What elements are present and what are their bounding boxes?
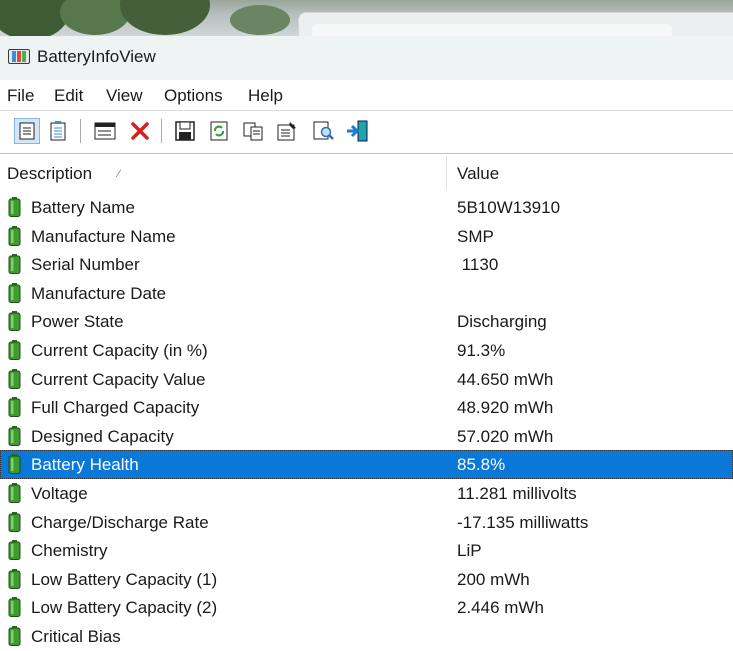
- list-item[interactable]: Battery Health 85.8%: [0, 450, 733, 479]
- battery-icon: [8, 568, 21, 589]
- menu-edit[interactable]: Edit: [54, 86, 83, 106]
- row-description: Manufacture Date: [31, 283, 167, 303]
- find-icon[interactable]: [311, 118, 337, 144]
- menu-view[interactable]: View: [106, 86, 143, 106]
- column-divider[interactable]: [446, 156, 447, 190]
- row-description: Voltage: [31, 483, 88, 503]
- list-item[interactable]: Serial Number 1130: [0, 250, 733, 279]
- row-value: 85.8%: [457, 455, 506, 475]
- list-header: Description ⁄ Value: [0, 156, 733, 190]
- sort-arrow-icon: ⁄: [118, 168, 120, 180]
- save-icon[interactable]: [172, 118, 198, 144]
- menu-options[interactable]: Options: [164, 86, 223, 106]
- battery-icon: [8, 339, 21, 360]
- menu-help[interactable]: Help: [248, 86, 283, 106]
- battery-icon: [8, 254, 21, 275]
- battery-info-mode-icon[interactable]: [14, 118, 40, 144]
- row-value: 48.920 mWh: [457, 398, 554, 418]
- row-description: Full Charged Capacity: [31, 398, 200, 418]
- list-item[interactable]: Low Battery Capacity (2) 2.446 mWh: [0, 593, 733, 622]
- title-bar[interactable]: BatteryInfoView: [0, 36, 733, 80]
- row-description: Low Battery Capacity (2): [31, 598, 218, 618]
- menu-bar: File Edit View Options Help: [0, 80, 733, 111]
- row-value: SMP: [457, 226, 494, 246]
- battery-icon: [8, 197, 21, 217]
- list-item[interactable]: Chemistry LiP: [0, 536, 733, 565]
- row-value: -17.135 milliwatts: [457, 512, 589, 532]
- list-item[interactable]: Critical Bias: [0, 622, 733, 651]
- battery-icon: [8, 511, 21, 532]
- battery-icon: [8, 311, 21, 332]
- row-description: Low Battery Capacity (1): [31, 569, 218, 589]
- row-value: LiP: [457, 541, 482, 561]
- battery-icon: [8, 368, 21, 389]
- battery-icon: [8, 540, 21, 561]
- row-description: Manufacture Name: [31, 226, 176, 246]
- list-item[interactable]: Full Charged Capacity 48.920 mWh: [0, 393, 733, 422]
- battery-icon: [8, 282, 21, 303]
- battery-info-list: Battery Name 5B10W13910 Manufacture Name SM…: [0, 193, 733, 651]
- row-value: 5B10W13910: [457, 198, 561, 217]
- list-item[interactable]: Battery Name 5B10W13910: [0, 193, 733, 222]
- row-value: 91.3%: [457, 340, 506, 360]
- window-icon[interactable]: [92, 118, 118, 144]
- row-description: Current Capacity Value: [31, 369, 206, 389]
- row-value: 57.020 mWh: [457, 426, 554, 446]
- row-value: 200 mWh: [457, 569, 530, 589]
- row-description: Battery Health: [31, 455, 139, 475]
- properties-icon[interactable]: [275, 118, 301, 144]
- column-header-description[interactable]: Description: [7, 164, 92, 184]
- app-icon: [8, 49, 30, 64]
- row-value: 2.446 mWh: [457, 598, 544, 618]
- list-item[interactable]: Manufacture Date: [0, 279, 733, 308]
- toolbar-separator: [161, 119, 162, 143]
- column-header-value[interactable]: Value: [457, 164, 499, 184]
- battery-icon: [8, 225, 21, 246]
- copy-icon[interactable]: [241, 118, 267, 144]
- row-value: 11.281 millivolts: [457, 483, 577, 503]
- row-value: Discharging: [457, 312, 547, 332]
- list-item[interactable]: Manufacture Name SMP: [0, 222, 733, 251]
- row-value: 1130: [457, 255, 499, 275]
- list-item[interactable]: Low Battery Capacity (1) 200 mWh: [0, 565, 733, 594]
- battery-icon: [8, 597, 21, 618]
- list-item[interactable]: Current Capacity Value 44.650 mWh: [0, 365, 733, 394]
- battery-log-mode-icon[interactable]: [45, 118, 71, 144]
- row-description: Charge/Discharge Rate: [31, 512, 209, 532]
- battery-icon: [8, 625, 21, 646]
- row-description: Power State: [31, 312, 124, 332]
- row-description: Chemistry: [31, 541, 108, 561]
- battery-icon: [8, 425, 21, 446]
- delete-icon[interactable]: [127, 118, 153, 144]
- list-item[interactable]: Charge/Discharge Rate -17.135 milliwatts: [0, 508, 733, 537]
- battery-icon: [8, 397, 21, 418]
- toolbar-separator: [80, 119, 81, 143]
- row-description: Battery Name: [31, 198, 135, 217]
- toolbar: [0, 111, 733, 154]
- menu-file[interactable]: File: [7, 86, 34, 106]
- list-item[interactable]: Current Capacity (in %) 91.3%: [0, 336, 733, 365]
- exit-icon[interactable]: [345, 118, 371, 144]
- window-title: BatteryInfoView: [37, 47, 156, 66]
- battery-icon: [8, 454, 21, 475]
- refresh-icon[interactable]: [206, 118, 232, 144]
- list-item[interactable]: Voltage 11.281 millivolts: [0, 479, 733, 508]
- list-item[interactable]: Power State Discharging: [0, 307, 733, 336]
- row-description: Serial Number: [31, 255, 140, 275]
- row-description: Designed Capacity: [31, 426, 174, 446]
- list-item[interactable]: Designed Capacity 57.020 mWh: [0, 422, 733, 451]
- row-description: Current Capacity (in %): [31, 340, 208, 360]
- battery-icon: [8, 482, 21, 503]
- app-window: BatteryInfoView File Edit View Options H…: [0, 36, 733, 648]
- row-description: Critical Bias: [31, 626, 121, 646]
- row-value: 44.650 mWh: [457, 369, 554, 389]
